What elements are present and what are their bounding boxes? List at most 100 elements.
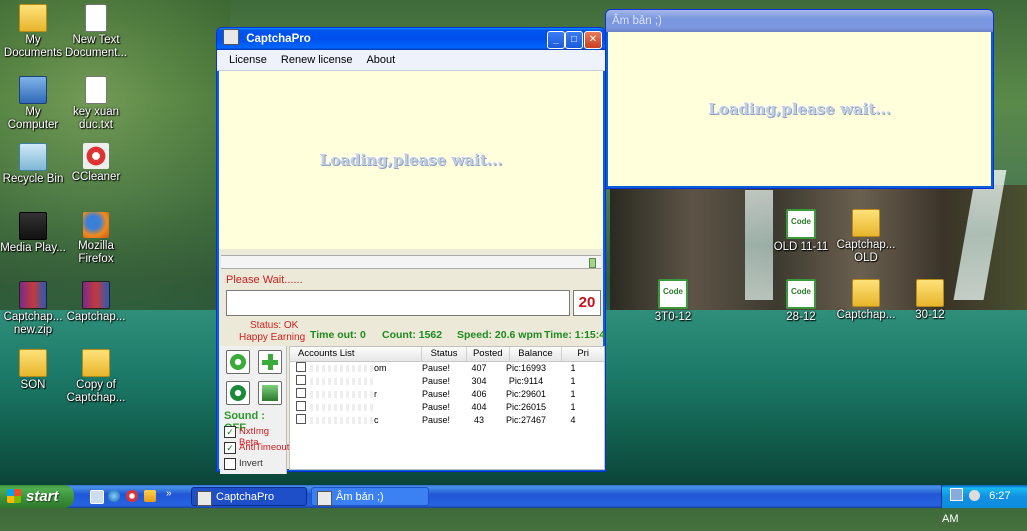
captchapro-window: CaptchaPro _ □ ✕ License Renew license A… [216, 27, 606, 474]
menu-renew-license[interactable]: Renew license [281, 50, 353, 70]
captcha-answer-input[interactable] [226, 290, 570, 316]
desktop-icon-28-12[interactable]: Code 28-12 [768, 279, 834, 324]
time-stat: Time: 1:15:4 [544, 329, 606, 341]
accounts-header: Accounts List Status Posted Balance Pri [290, 347, 604, 362]
image-button[interactable] [258, 381, 282, 405]
cell-balance: Pic:26015 [505, 402, 547, 412]
scroll-thumb[interactable] [589, 258, 596, 268]
captcha-display: Loading,please wait... [219, 71, 603, 249]
desktop-icon-my-documents[interactable]: My Documents [0, 4, 66, 60]
cell-posted: 407 [471, 363, 487, 373]
folder-icon [852, 279, 880, 307]
cell-account [290, 401, 414, 414]
media-player-icon [19, 212, 47, 240]
cell-account [290, 375, 414, 388]
desktop-icon-firefox[interactable]: Mozilla Firefox [63, 212, 129, 266]
volume-icon[interactable] [969, 490, 981, 501]
system-tray: 6:27 AM [941, 485, 1027, 525]
desktop-icon-ccleaner[interactable]: CCleaner [63, 143, 129, 184]
loading-text: Loading,please wait... [319, 151, 503, 169]
code-shortcut-icon: Code [786, 279, 816, 309]
desktop-icon-captchap-old[interactable]: Captchap... OLD [833, 209, 899, 265]
desktop-icon-son[interactable]: SON [0, 349, 66, 392]
quicklaunch-app-icon[interactable] [144, 490, 156, 502]
antitimeout-label: AntiTimeout [239, 442, 290, 453]
desktop-icon-captchap-folder[interactable]: Captchap... [833, 279, 899, 322]
quicklaunch-expand-icon[interactable]: » [166, 488, 172, 499]
second-window-loading-text: Loading,please wait... [708, 100, 891, 118]
invert-checkbox[interactable] [224, 458, 236, 470]
maximize-button[interactable]: □ [565, 31, 583, 49]
table-row[interactable]: Pause! 304 Pic:9114 1 [290, 375, 604, 388]
menu-bar: License Renew license About [217, 50, 605, 71]
power-button[interactable] [226, 350, 250, 374]
desktop-icon-key-txt[interactable]: key xuan duc.txt [63, 76, 129, 132]
desktop-icon-old-11-11[interactable]: Code OLD 11-11 [768, 209, 834, 254]
row-checkbox[interactable] [296, 375, 306, 385]
second-window-title: Âm bản ;) [612, 15, 662, 27]
table-row[interactable]: c Pause! 43 Pic:27467 4 [290, 414, 604, 427]
bottom-panel: Sound : OFF ✓ NxtImg Beta ✓ AntiTimeout … [217, 346, 605, 474]
cell-balance: Pic:27467 [505, 415, 547, 425]
col-pri[interactable]: Pri [562, 347, 604, 361]
show-desktop-icon[interactable] [90, 490, 104, 504]
antitimeout-checkbox[interactable]: ✓ [224, 442, 236, 454]
task-am-ban-label: Âm bản ;) [336, 491, 384, 503]
table-row[interactable]: om Pause! 407 Pic:16993 1 [290, 362, 604, 375]
desktop-icon-media-player[interactable]: Media Play... [0, 212, 66, 255]
desktop-icon-captchap-zip[interactable]: Captchap... new.zip [0, 281, 66, 337]
table-row[interactable]: r Pause! 406 Pic:29601 1 [290, 388, 604, 401]
row-checkbox[interactable] [296, 414, 306, 424]
cell-pri: 4 [570, 415, 576, 425]
account-name: c [374, 415, 379, 425]
desktop-icon-3t0-12[interactable]: Code 3T0-12 [640, 279, 706, 324]
task-captchapro[interactable]: CaptchaPro [191, 487, 307, 506]
start-label: start [26, 488, 59, 505]
account-name: om [374, 363, 387, 373]
please-wait-label: Please Wait...... [226, 274, 303, 286]
status-label: Status: OK [250, 320, 299, 331]
cell-status: Pause! [421, 415, 451, 425]
add-account-button[interactable] [258, 350, 282, 374]
ccleaner-quicklaunch-icon[interactable] [126, 490, 138, 502]
network-icon[interactable] [950, 488, 963, 501]
col-posted[interactable]: Posted [467, 347, 510, 361]
col-status[interactable]: Status [422, 347, 467, 361]
account-name: r [374, 389, 377, 399]
minimize-button[interactable]: _ [547, 31, 565, 49]
folder-icon [82, 349, 110, 377]
desktop-icon-new-text-document[interactable]: New Text Document... [63, 4, 129, 60]
desktop-icon-recycle-bin[interactable]: Recycle Bin [0, 143, 66, 186]
menu-license[interactable]: License [229, 50, 267, 70]
progress-scrollbar[interactable] [221, 255, 601, 269]
row-checkbox[interactable] [296, 388, 306, 398]
captchapro-titlebar[interactable]: CaptchaPro _ □ ✕ [217, 28, 605, 50]
menu-about[interactable]: About [366, 50, 395, 70]
app-icon [197, 491, 212, 506]
count-stat: Count: 1562 [382, 329, 443, 341]
desktop-icon-captchap-archive[interactable]: Captchap... [63, 281, 129, 324]
table-row[interactable]: Pause! 404 Pic:26015 1 [290, 401, 604, 414]
control-panel: Sound : OFF ✓ NxtImg Beta ✓ AntiTimeout … [220, 346, 290, 474]
second-window: Âm bản ;) Loading,please wait... [605, 9, 994, 189]
desktop-icon-copy-of-captchap[interactable]: Copy of Captchap... [63, 349, 129, 405]
recycle-bin-icon [19, 143, 47, 171]
second-window-titlebar[interactable]: Âm bản ;) [606, 10, 993, 32]
internet-explorer-icon[interactable] [108, 490, 120, 502]
close-button[interactable]: ✕ [584, 31, 602, 49]
start-button[interactable]: start [0, 485, 74, 508]
row-checkbox[interactable] [296, 401, 306, 411]
refresh-button[interactable] [226, 381, 250, 405]
cell-status: Pause! [421, 376, 451, 386]
col-accounts[interactable]: Accounts List [290, 347, 423, 361]
nxtimg-checkbox[interactable]: ✓ [224, 426, 236, 438]
row-checkbox[interactable] [296, 362, 306, 372]
computer-icon [19, 76, 47, 104]
second-window-loading-area: Loading,please wait... [608, 32, 991, 186]
desktop-icon-30-12[interactable]: 30-12 [897, 279, 963, 322]
status-row: Status: OK Happy Earning Time out: 0 Cou… [217, 318, 605, 346]
task-am-ban[interactable]: Âm bản ;) [311, 487, 429, 506]
col-balance[interactable]: Balance [510, 347, 563, 361]
desktop-icon-my-computer[interactable]: My Computer [0, 76, 66, 132]
cell-balance: Pic:9114 [508, 376, 544, 386]
